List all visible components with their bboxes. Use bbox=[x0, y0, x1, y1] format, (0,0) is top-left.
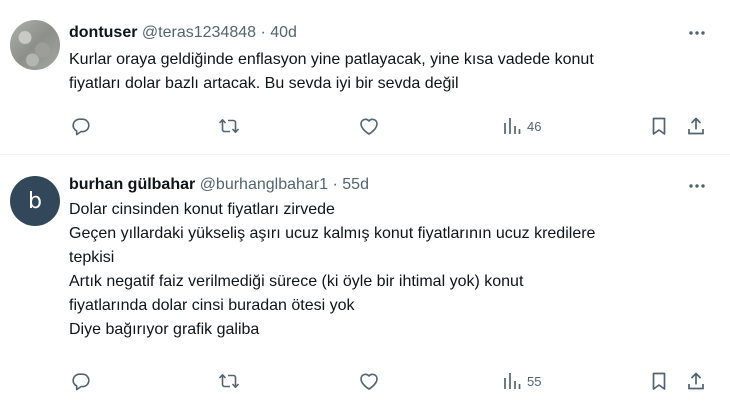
like-button[interactable] bbox=[358, 368, 380, 394]
reply-button[interactable] bbox=[71, 113, 91, 139]
heart-icon bbox=[358, 371, 380, 391]
more-dots-icon[interactable] bbox=[687, 23, 707, 43]
share-button[interactable] bbox=[686, 368, 706, 394]
tweet[interactable]: b burhan gülbahar @burhanglbahar1 · 55d … bbox=[0, 156, 730, 420]
tweet-actions: 46 bbox=[0, 113, 730, 139]
separator-dot: · bbox=[332, 176, 338, 193]
avatar[interactable]: b bbox=[10, 176, 60, 226]
tweet-header: dontuser @teras1234848 · 40d bbox=[69, 23, 297, 43]
tweet[interactable]: dontuser @teras1234848 · 40d Kurlar oray… bbox=[0, 0, 730, 155]
bookmark-icon bbox=[650, 371, 668, 391]
share-icon bbox=[686, 371, 706, 391]
separator-dot: · bbox=[260, 24, 266, 41]
tweet-text-line: tepkisi bbox=[69, 249, 115, 266]
display-name[interactable]: burhan gülbahar bbox=[69, 176, 195, 193]
views-bar-chart-icon bbox=[503, 371, 521, 391]
share-button[interactable] bbox=[686, 113, 706, 139]
heart-icon bbox=[358, 116, 380, 136]
tweet-text-line: Dolar cinsinden konut fiyatları zirvede bbox=[69, 201, 335, 218]
tweet-header: burhan gülbahar @burhanglbahar1 · 55d bbox=[69, 175, 369, 195]
tweet-divider bbox=[0, 154, 730, 155]
tweet-text: Dolar cinsinden konut fiyatları zirvede … bbox=[69, 198, 719, 342]
tweet-text-line: Kurlar oraya geldiğinde enflasyon yine p… bbox=[69, 51, 594, 68]
user-handle[interactable]: @burhanglbahar1 bbox=[200, 176, 328, 193]
tweet-feed: dontuser @teras1234848 · 40d Kurlar oray… bbox=[0, 0, 730, 420]
reply-button[interactable] bbox=[71, 368, 91, 394]
tweet-text: Kurlar oraya geldiğinde enflasyon yine p… bbox=[69, 48, 719, 96]
display-name[interactable]: dontuser bbox=[69, 24, 137, 41]
views-button[interactable]: 46 bbox=[503, 113, 541, 139]
bookmark-icon bbox=[650, 116, 668, 136]
views-bar-chart-icon bbox=[503, 116, 521, 136]
bookmark-button[interactable] bbox=[650, 368, 668, 394]
reply-icon bbox=[71, 371, 91, 391]
more-dots-icon[interactable] bbox=[687, 176, 707, 196]
tweet-text-line: Artık negatif faiz verilmediği sürece (k… bbox=[69, 273, 524, 290]
views-count: 46 bbox=[527, 118, 542, 134]
bookmark-button[interactable] bbox=[650, 113, 668, 139]
tweet-text-line: fiyatlarında dolar cinsi buradan ötesi y… bbox=[69, 297, 355, 314]
views-button[interactable]: 55 bbox=[503, 368, 541, 394]
avatar-letter: b bbox=[28, 188, 42, 214]
views-count: 55 bbox=[527, 373, 542, 389]
share-icon bbox=[686, 116, 706, 136]
user-handle[interactable]: @teras1234848 bbox=[142, 24, 256, 41]
tweet-text-line: fiyatları dolar bazlı artacak. Bu sevda … bbox=[69, 75, 459, 92]
retweet-button[interactable] bbox=[218, 113, 240, 139]
retweet-icon bbox=[218, 371, 240, 391]
like-button[interactable] bbox=[358, 113, 380, 139]
tweet-text-line: Diye bağırıyor grafik galiba bbox=[69, 321, 260, 338]
retweet-button[interactable] bbox=[218, 368, 240, 394]
tweet-actions: 55 bbox=[0, 368, 730, 394]
avatar[interactable] bbox=[10, 20, 60, 70]
timestamp[interactable]: 55d bbox=[342, 176, 369, 193]
tweet-text-line: Geçen yıllardaki yükseliş aşırı ucuz kal… bbox=[69, 225, 596, 242]
reply-icon bbox=[71, 116, 91, 136]
timestamp[interactable]: 40d bbox=[270, 24, 297, 41]
retweet-icon bbox=[218, 116, 240, 136]
